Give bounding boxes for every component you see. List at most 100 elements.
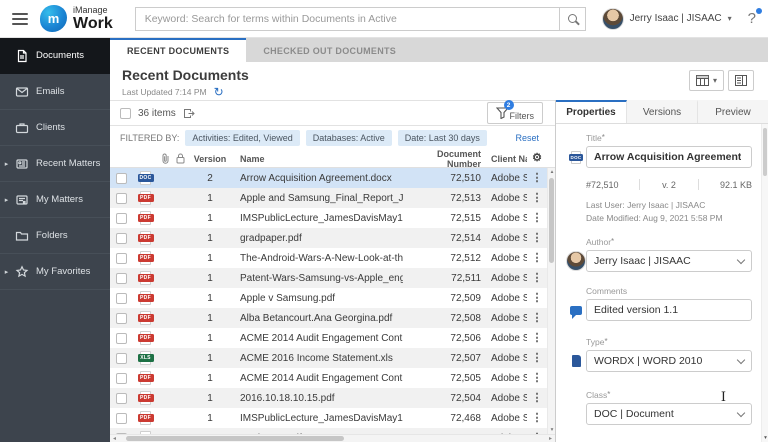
- row-checkbox[interactable]: [115, 172, 127, 184]
- column-settings-gear-icon[interactable]: ⚙: [532, 153, 542, 164]
- row-menu-icon[interactable]: ⋮: [532, 172, 543, 184]
- row-name[interactable]: Apple and Samsung_Final_Report_JP.pdf: [232, 193, 403, 204]
- table-row[interactable]: PDF 1 Patent-Wars-Samsung-vs-Apple_eng.p…: [110, 268, 547, 288]
- row-menu-icon[interactable]: ⋮: [532, 392, 543, 404]
- select-all-checkbox[interactable]: [120, 107, 131, 119]
- row-name[interactable]: The-Android-Wars-A-New-Look-at-the-A...: [232, 253, 403, 264]
- comments-input[interactable]: Edited version 1.1: [586, 299, 752, 322]
- filter-chip-databases[interactable]: Databases: Active: [305, 130, 392, 146]
- sidebar-item-folders[interactable]: ▸ Folders: [0, 218, 110, 254]
- row-checkbox[interactable]: [115, 272, 127, 284]
- tab-preview[interactable]: Preview: [698, 100, 768, 123]
- expand-arrow-icon[interactable]: ▸: [0, 196, 13, 204]
- row-menu-icon[interactable]: ⋮: [532, 272, 543, 284]
- tab-versions[interactable]: Versions: [627, 100, 698, 123]
- row-checkbox[interactable]: [115, 312, 127, 324]
- row-menu-icon[interactable]: ⋮: [532, 212, 543, 224]
- row-checkbox[interactable]: [115, 232, 127, 244]
- vertical-scrollbar[interactable]: ▴ ▾: [547, 168, 555, 434]
- help-button[interactable]: ?: [748, 8, 762, 27]
- table-row[interactable]: PDF 1 Apple and Samsung_Final_Report_JP.…: [110, 188, 547, 208]
- author-dropdown[interactable]: Jerry Isaac | JISAAC: [586, 250, 752, 273]
- row-name[interactable]: ACME 2014 Audit Engagement Contract....: [232, 333, 403, 344]
- table-row[interactable]: PDF 1 ACME 2014 Audit Engagement Contrac…: [110, 368, 547, 388]
- row-menu-icon[interactable]: ⋮: [532, 372, 543, 384]
- table-row[interactable]: PDF 1 2016.10.18.10.15.pdf 72,504 Adobe …: [110, 388, 547, 408]
- reset-filters-link[interactable]: Reset: [515, 133, 539, 143]
- table-row[interactable]: PDF 1 IMSPublicLecture_JamesDavisMay16.p…: [110, 408, 547, 428]
- vertical-scroll-thumb[interactable]: [549, 178, 554, 263]
- row-checkbox[interactable]: [115, 292, 127, 304]
- column-document-number[interactable]: Document Number: [403, 149, 481, 169]
- row-checkbox[interactable]: [115, 252, 127, 264]
- row-name[interactable]: Arrow Acquisition Agreement.docx: [232, 173, 403, 184]
- panel-scrollbar[interactable]: ▾: [761, 124, 768, 442]
- row-checkbox[interactable]: [115, 192, 127, 204]
- row-checkbox[interactable]: [115, 412, 127, 424]
- row-name[interactable]: IMSPublicLecture_JamesDavisMay16.pdf: [232, 413, 403, 424]
- horizontal-scroll-thumb[interactable]: [126, 436, 344, 441]
- tab-recent-documents[interactable]: RECENT DOCUMENTS: [110, 38, 247, 62]
- filter-chip-date[interactable]: Date: Last 30 days: [397, 130, 487, 146]
- search-button[interactable]: [558, 6, 586, 31]
- hamburger-menu-icon[interactable]: [12, 12, 28, 25]
- row-menu-icon[interactable]: ⋮: [532, 232, 543, 244]
- view-selector-button[interactable]: ▾: [688, 70, 724, 91]
- table-row[interactable]: PDF 1 Alba Betancourt.Ana Georgina.pdf 7…: [110, 308, 547, 328]
- table-row[interactable]: PDF 1 The-Android-Wars-A-New-Look-at-the…: [110, 248, 547, 268]
- row-menu-icon[interactable]: ⋮: [532, 312, 543, 324]
- row-name[interactable]: Apple v Samsung.pdf: [232, 293, 403, 304]
- paperclip-icon[interactable]: [161, 153, 170, 164]
- row-checkbox[interactable]: [115, 352, 127, 364]
- sidebar-item-my-matters[interactable]: ▸ My Matters: [0, 182, 110, 218]
- sidebar-item-my-favorites[interactable]: ▸ My Favorites: [0, 254, 110, 290]
- row-name[interactable]: ACME 2016 Income Statement.xls: [232, 353, 403, 364]
- tab-checked-out-documents[interactable]: CHECKED OUT DOCUMENTS: [246, 38, 413, 62]
- row-name[interactable]: ACME 2014 Audit Engagement Contract (...: [232, 373, 403, 384]
- row-menu-icon[interactable]: ⋮: [532, 292, 543, 304]
- row-name[interactable]: 2016.10.18.10.15.pdf: [232, 393, 403, 404]
- type-dropdown[interactable]: WORDX | WORD 2010: [586, 350, 752, 373]
- tab-properties[interactable]: Properties: [556, 100, 627, 123]
- row-menu-icon[interactable]: ⋮: [532, 412, 543, 424]
- title-input[interactable]: Arrow Acquisition Agreement: [586, 146, 752, 168]
- table-row[interactable]: PDF 1 IMSPublicLecture_JamesDavisMay16.p…: [110, 208, 547, 228]
- sidebar-item-emails[interactable]: ▸ Emails: [0, 74, 110, 110]
- table-row[interactable]: PDF 1 gradpaper.pdf 72,514 Adobe S ⋮: [110, 228, 547, 248]
- expand-arrow-icon[interactable]: ▸: [0, 160, 13, 168]
- expand-arrow-icon[interactable]: ▸: [0, 268, 13, 276]
- search-input[interactable]: [134, 6, 559, 31]
- sidebar-item-documents[interactable]: ▸ Documents: [0, 38, 110, 74]
- user-menu[interactable]: Jerry Isaac | JISAAC ▾: [601, 7, 732, 30]
- row-menu-icon[interactable]: ⋮: [532, 332, 543, 344]
- class-dropdown[interactable]: DOC | Document: [586, 403, 752, 426]
- row-menu-icon[interactable]: ⋮: [532, 192, 543, 204]
- row-checkbox[interactable]: [115, 392, 127, 404]
- panel-toggle-button[interactable]: [728, 70, 754, 91]
- row-menu-icon[interactable]: ⋮: [532, 352, 543, 364]
- row-name[interactable]: Alba Betancourt.Ana Georgina.pdf: [232, 313, 403, 324]
- column-version[interactable]: Version: [188, 154, 232, 164]
- refresh-icon[interactable]: ↻: [214, 86, 224, 98]
- row-checkbox[interactable]: [115, 372, 127, 384]
- table-row[interactable]: XLS 1 ACME 2016 Income Statement.xls 72,…: [110, 348, 547, 368]
- lock-icon[interactable]: [176, 153, 185, 164]
- filters-button[interactable]: 2 Filters: [486, 100, 543, 124]
- row-checkbox[interactable]: [115, 212, 127, 224]
- column-client[interactable]: Client Na: [481, 154, 527, 164]
- sidebar-item-recent-matters[interactable]: ▸ Recent Matters: [0, 146, 110, 182]
- panel-scroll-thumb[interactable]: [763, 128, 767, 176]
- table-row[interactable]: DOC 2 Arrow Acquisition Agreement.docx 7…: [110, 168, 547, 188]
- row-name[interactable]: Patent-Wars-Samsung-vs-Apple_eng.pdf: [232, 273, 403, 284]
- sidebar-item-clients[interactable]: ▸ Clients: [0, 110, 110, 146]
- table-row[interactable]: PDF 1 ACME 2014 Audit Engagement Contrac…: [110, 328, 547, 348]
- scroll-down-icon[interactable]: ▾: [762, 435, 768, 441]
- table-row[interactable]: PDF 1 Apple v Samsung.pdf 72,509 Adobe S…: [110, 288, 547, 308]
- row-name[interactable]: IMSPublicLecture_JamesDavisMay16.pdf: [232, 213, 403, 224]
- column-name[interactable]: Name: [232, 154, 403, 164]
- row-checkbox[interactable]: [115, 332, 127, 344]
- filter-chip-activities[interactable]: Activities: Edited, Viewed: [185, 130, 300, 146]
- export-icon[interactable]: [183, 108, 195, 119]
- horizontal-scrollbar[interactable]: ◂ ▸: [110, 434, 555, 442]
- row-name[interactable]: gradpaper.pdf: [232, 233, 403, 244]
